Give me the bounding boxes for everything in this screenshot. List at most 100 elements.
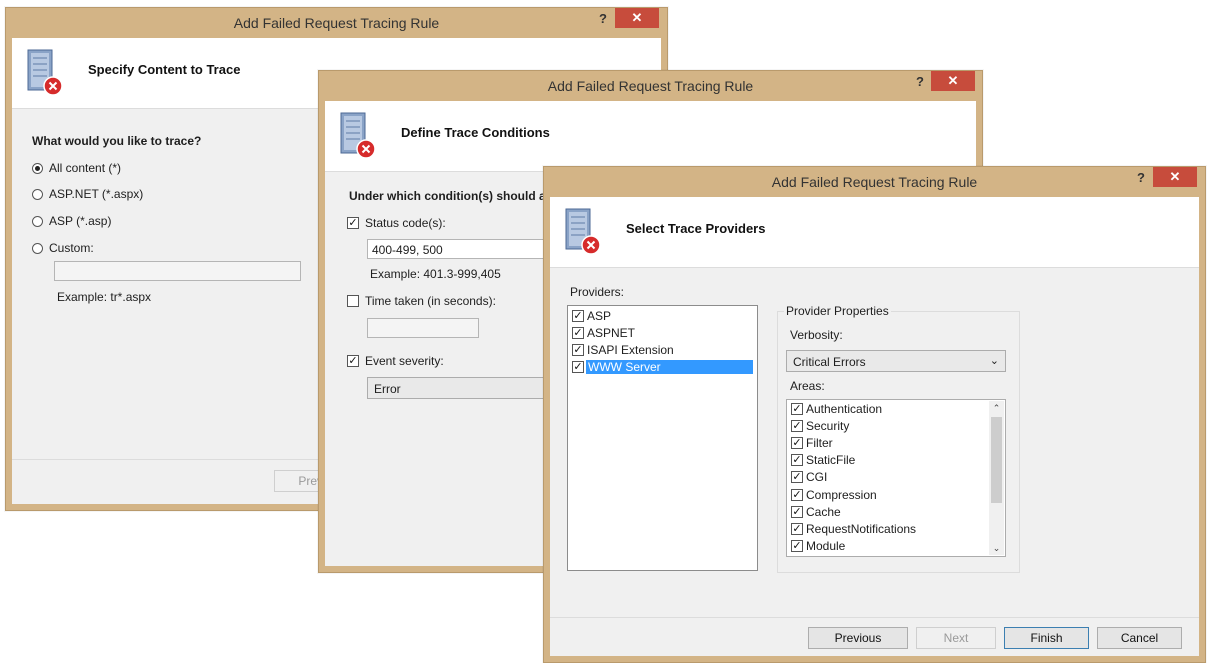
provider-checkbox[interactable]: ✓ <box>572 310 584 322</box>
provider-item-selected[interactable]: ✓ WWW Server <box>572 359 753 376</box>
close-button[interactable]: ✕ <box>931 71 975 91</box>
area-item[interactable]: ✓ Filter <box>791 435 985 452</box>
custom-example-text: Example: tr*.aspx <box>57 290 152 304</box>
area-checkbox[interactable]: ✓ <box>791 454 803 466</box>
provider-label: WWW Server <box>586 360 753 374</box>
finish-button[interactable]: Finish <box>1004 627 1089 649</box>
area-item[interactable]: ✓ Compression <box>791 487 985 504</box>
dialog-heading: Specify Content to Trace <box>88 62 241 77</box>
area-checkbox[interactable]: ✓ <box>791 420 803 432</box>
close-button[interactable]: ✕ <box>615 8 659 28</box>
cancel-button[interactable]: Cancel <box>1097 627 1182 649</box>
radio-aspnet[interactable] <box>32 189 43 200</box>
area-item[interactable]: ✓ RequestNotifications <box>791 521 985 538</box>
area-item[interactable]: ✓ CGI <box>791 469 985 486</box>
area-label: Security <box>806 419 850 433</box>
time-taken-checkbox[interactable] <box>347 295 359 307</box>
dialog-select-providers: Add Failed Request Tracing Rule ? ✕ Sele… <box>543 166 1206 663</box>
area-label: RequestNotifications <box>806 522 917 536</box>
area-checkbox[interactable]: ✓ <box>791 437 803 449</box>
provider-item[interactable]: ✓ ASP <box>572 308 753 325</box>
help-button[interactable]: ? <box>1137 170 1145 185</box>
provider-checkbox[interactable]: ✓ <box>572 327 584 339</box>
area-label: StaticFile <box>806 453 856 467</box>
provider-label: ASPNET <box>587 326 636 340</box>
title-bar[interactable]: Add Failed Request Tracing Rule ? ✕ <box>319 71 982 101</box>
radio-custom-label[interactable]: Custom: <box>49 241 94 255</box>
provider-label: ISAPI Extension <box>587 343 674 357</box>
event-severity-label[interactable]: Event severity: <box>365 354 444 368</box>
help-button[interactable]: ? <box>599 11 607 26</box>
status-codes-label[interactable]: Status code(s): <box>365 216 446 230</box>
area-label: CGI <box>806 470 828 484</box>
scroll-up-icon[interactable]: ⌃ <box>989 401 1004 415</box>
radio-asp-label[interactable]: ASP (*.asp) <box>49 214 111 228</box>
provider-checkbox[interactable]: ✓ <box>572 361 584 373</box>
area-checkbox[interactable]: ✓ <box>791 523 803 535</box>
server-error-icon <box>565 208 601 255</box>
providers-list[interactable]: ✓ ASP ✓ ASPNET ✓ ISAPI Extension ✓ WWW S… <box>567 305 758 571</box>
areas-scrollbar[interactable]: ⌃ ⌄ <box>989 401 1004 555</box>
title-bar[interactable]: Add Failed Request Tracing Rule ? ✕ <box>544 167 1205 197</box>
area-label: Cache <box>806 505 841 519</box>
time-taken-label[interactable]: Time taken (in seconds): <box>365 294 496 308</box>
area-checkbox[interactable]: ✓ <box>791 540 803 552</box>
area-label: Module <box>806 539 846 553</box>
window-title: Add Failed Request Tracing Rule <box>547 78 754 94</box>
dialog-heading: Select Trace Providers <box>626 221 766 236</box>
provider-checkbox[interactable]: ✓ <box>572 344 584 356</box>
trace-question: What would you like to trace? <box>32 134 202 148</box>
areas-label: Areas: <box>790 379 825 393</box>
event-severity-dropdown[interactable]: Error <box>367 377 567 399</box>
area-label: Filter <box>806 436 833 450</box>
area-checkbox[interactable]: ✓ <box>791 489 803 501</box>
area-item[interactable]: ✓ Cache <box>791 504 985 521</box>
title-bar[interactable]: Add Failed Request Tracing Rule ? ✕ <box>6 8 667 38</box>
window-title: Add Failed Request Tracing Rule <box>771 174 978 190</box>
radio-asp[interactable] <box>32 216 43 227</box>
conditions-question: Under which condition(s) should a re <box>349 189 561 203</box>
area-item[interactable]: ✓ Module <box>791 538 985 555</box>
radio-custom[interactable] <box>32 243 43 254</box>
providers-label: Providers: <box>570 285 625 299</box>
area-item[interactable]: ✓ Security <box>791 418 985 435</box>
scroll-thumb[interactable] <box>991 417 1002 503</box>
areas-list[interactable]: ✓ Authentication ✓ Security ✓ Filter ✓ Stati… <box>786 399 1006 557</box>
window-title: Add Failed Request Tracing Rule <box>233 15 440 31</box>
next-button[interactable]: Next <box>916 627 996 649</box>
area-label: Authentication <box>806 402 883 416</box>
radio-aspnet-label[interactable]: ASP.NET (*.aspx) <box>49 187 143 201</box>
time-taken-input[interactable] <box>367 318 479 338</box>
area-checkbox[interactable]: ✓ <box>791 403 803 415</box>
scroll-down-icon[interactable]: ⌄ <box>989 541 1004 555</box>
event-severity-value: Error <box>374 382 401 396</box>
provider-properties-group: Provider Properties Verbosity: Critical … <box>777 304 1020 573</box>
radio-all-content-label[interactable]: All content (*) <box>49 161 121 175</box>
custom-pattern-input[interactable] <box>54 261 301 281</box>
radio-all-content[interactable] <box>32 163 43 174</box>
verbosity-dropdown[interactable]: Critical Errors ⌄ <box>786 350 1006 372</box>
verbosity-label: Verbosity: <box>790 328 843 342</box>
area-item[interactable]: ✓ Authentication <box>791 401 985 418</box>
previous-button[interactable]: Previous <box>808 627 908 649</box>
dialog-header: Define Trace Conditions <box>325 101 976 172</box>
provider-item[interactable]: ✓ ISAPI Extension <box>572 342 753 359</box>
area-label: Compression <box>806 488 877 502</box>
status-codes-checkbox[interactable]: ✓ <box>347 217 359 229</box>
provider-item[interactable]: ✓ ASPNET <box>572 325 753 342</box>
area-checkbox[interactable]: ✓ <box>791 471 803 483</box>
server-error-icon <box>27 49 63 96</box>
footer-separator <box>550 617 1199 618</box>
dialog-client: Select Trace Providers Providers: ✓ ASP … <box>550 197 1199 656</box>
area-item[interactable]: ✓ StaticFile <box>791 452 985 469</box>
area-checkbox[interactable]: ✓ <box>791 506 803 518</box>
chevron-down-icon: ⌄ <box>989 355 999 367</box>
verbosity-value: Critical Errors <box>793 355 866 369</box>
help-button[interactable]: ? <box>916 74 924 89</box>
status-codes-input[interactable]: 400-499, 500 <box>367 239 557 259</box>
dialog-heading: Define Trace Conditions <box>401 125 550 140</box>
close-button[interactable]: ✕ <box>1153 167 1197 187</box>
event-severity-checkbox[interactable]: ✓ <box>347 355 359 367</box>
status-codes-example: Example: 401.3-999,405 <box>370 267 501 281</box>
server-error-icon <box>340 112 376 159</box>
